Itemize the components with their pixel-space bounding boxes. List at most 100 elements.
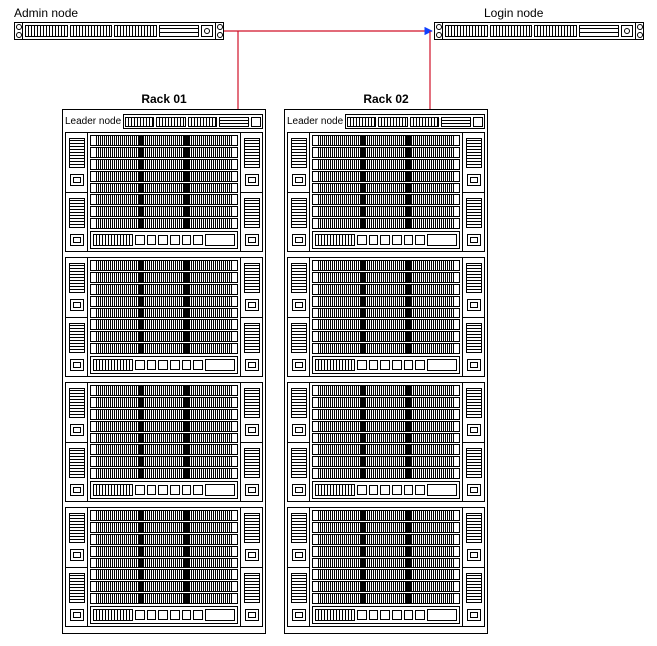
admin-node-server <box>14 22 224 40</box>
blade <box>90 409 238 420</box>
blade <box>312 433 460 444</box>
blade-area <box>88 133 240 251</box>
blade <box>312 569 460 580</box>
blade-area <box>310 258 462 376</box>
blade <box>90 397 238 408</box>
admin-node-label: Admin node <box>14 6 78 20</box>
blade <box>90 296 238 307</box>
blade <box>90 135 238 146</box>
blade <box>90 522 238 533</box>
blade <box>90 581 238 592</box>
blade <box>90 510 238 521</box>
blade <box>90 147 238 158</box>
blade-area <box>88 508 240 626</box>
psu-right <box>462 383 484 501</box>
blade <box>90 343 238 354</box>
blade <box>312 331 460 342</box>
psu-right <box>462 133 484 251</box>
psu-right <box>240 133 262 251</box>
blade <box>90 272 238 283</box>
blade <box>312 272 460 283</box>
blade <box>312 558 460 569</box>
compute-block <box>65 382 263 502</box>
blade <box>90 159 238 170</box>
blade <box>312 296 460 307</box>
rack-title: Rack 02 <box>284 92 488 106</box>
psu-left <box>288 133 310 251</box>
blade <box>90 171 238 182</box>
blade <box>90 319 238 330</box>
blade <box>312 421 460 432</box>
blade <box>90 183 238 194</box>
blade <box>90 284 238 295</box>
blade <box>312 260 460 271</box>
chassis-controller <box>90 606 238 624</box>
rack-frame: Leader node <box>284 109 488 634</box>
rack-frame: Leader node <box>62 109 266 634</box>
chassis-controller <box>90 231 238 249</box>
blade <box>90 593 238 604</box>
chassis-controller <box>312 606 460 624</box>
blade <box>312 522 460 533</box>
blade <box>312 183 460 194</box>
psu-left <box>288 508 310 626</box>
blade <box>90 260 238 271</box>
blade <box>312 206 460 217</box>
blade <box>90 194 238 205</box>
blade <box>312 319 460 330</box>
blade <box>312 194 460 205</box>
leader-row: Leader node <box>287 114 485 129</box>
compute-block <box>287 132 485 252</box>
blade <box>312 546 460 557</box>
login-node-server <box>434 22 644 40</box>
blade <box>312 397 460 408</box>
compute-block <box>287 257 485 377</box>
blade <box>312 510 460 521</box>
blade-area <box>88 258 240 376</box>
leader-node-server <box>345 114 485 129</box>
blade-area <box>88 383 240 501</box>
blade <box>312 385 460 396</box>
chassis-controller <box>90 356 238 374</box>
psu-right <box>240 508 262 626</box>
blade <box>90 433 238 444</box>
blade <box>312 308 460 319</box>
blade <box>312 444 460 455</box>
rack-02: Rack 02 Leader node <box>284 92 488 634</box>
blade-area <box>310 133 462 251</box>
psu-left <box>66 383 88 501</box>
chassis-controller <box>312 481 460 499</box>
psu-right <box>462 508 484 626</box>
blade <box>312 284 460 295</box>
leader-row: Leader node <box>65 114 263 129</box>
blade <box>312 468 460 479</box>
blade-area <box>310 383 462 501</box>
chassis-controller <box>312 231 460 249</box>
rack-blocks <box>65 132 263 629</box>
blade <box>90 468 238 479</box>
psu-right <box>462 258 484 376</box>
blade <box>90 456 238 467</box>
blade <box>90 308 238 319</box>
psu-right <box>240 383 262 501</box>
chassis-controller <box>90 481 238 499</box>
diagram-stage: Admin node Login node <box>0 0 657 646</box>
compute-block <box>65 507 263 627</box>
psu-left <box>288 383 310 501</box>
blade <box>90 569 238 580</box>
chassis-controller <box>312 356 460 374</box>
blade <box>90 331 238 342</box>
blade <box>90 385 238 396</box>
blade <box>312 409 460 420</box>
blade <box>312 456 460 467</box>
blade <box>312 593 460 604</box>
blade <box>90 421 238 432</box>
blade-area <box>310 508 462 626</box>
blade <box>312 171 460 182</box>
blade <box>312 147 460 158</box>
compute-block <box>65 132 263 252</box>
leader-node-server <box>123 114 263 129</box>
rack-blocks <box>287 132 485 629</box>
compute-block <box>287 507 485 627</box>
blade <box>312 159 460 170</box>
